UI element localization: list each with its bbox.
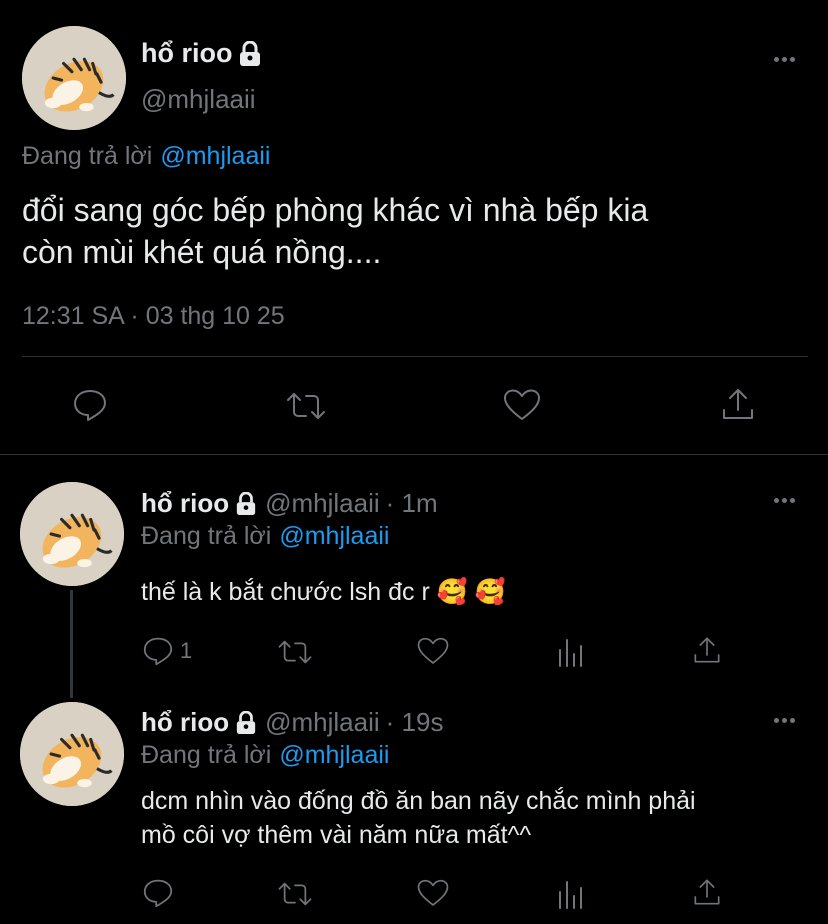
reply-time[interactable]: · 1m xyxy=(386,488,438,519)
tiger-avatar-icon xyxy=(20,702,124,806)
reply-header: hổ rioo @mhjlaaii · 19s xyxy=(141,707,443,738)
display-name[interactable]: hổ rioo xyxy=(141,707,229,738)
handle[interactable]: @mhjlaaii xyxy=(265,707,380,738)
reply-text-line-1: dcm nhìn vào đống đồ ăn ban nãy chắc mìn… xyxy=(141,787,696,815)
avatar[interactable] xyxy=(20,702,124,806)
lock-icon xyxy=(235,710,257,735)
handle[interactable]: @mhjlaaii xyxy=(265,488,380,519)
retweet-button[interactable] xyxy=(276,638,314,666)
views-button[interactable] xyxy=(556,636,586,668)
tweet-text-line-1: đổi sang góc bếp phòng khác vì nhà bếp k… xyxy=(22,192,649,228)
reply-time[interactable]: · 19s xyxy=(386,707,444,738)
share-button[interactable] xyxy=(692,876,722,908)
share-icon xyxy=(694,637,720,663)
reply-text-line-1: thế là k bắt chước lsh đc r 🥰 🥰 xyxy=(141,578,506,606)
tiger-avatar-icon xyxy=(22,26,126,130)
reply-count: 1 xyxy=(180,638,193,663)
replying-prefix: Đang trả lời xyxy=(141,522,272,550)
replying-to: Đang trả lời @mhjlaaii xyxy=(22,142,270,171)
retweet-icon xyxy=(287,393,325,419)
like-button[interactable] xyxy=(416,878,450,908)
reply-button[interactable] xyxy=(142,878,174,908)
replying-to-handle[interactable]: @mhjlaaii xyxy=(279,741,389,770)
more-icon[interactable] xyxy=(774,718,795,723)
replying-to: Đang trả lời @mhjlaaii xyxy=(141,522,389,551)
replying-to-handle[interactable]: @mhjlaaii xyxy=(279,522,389,551)
like-button[interactable] xyxy=(502,388,542,422)
share-button[interactable] xyxy=(720,386,756,422)
more-icon[interactable] xyxy=(774,57,795,62)
tweet-thread-page: hổ rioo @mhjlaaii Đang trả lời @mhjlaaii… xyxy=(0,0,828,924)
lock-icon xyxy=(235,491,257,516)
replying-prefix: Đang trả lời xyxy=(141,741,272,769)
more-icon[interactable] xyxy=(774,498,795,503)
reply-header: hổ rioo @mhjlaaii · 1m xyxy=(141,488,438,519)
replying-prefix: Đang trả lời xyxy=(22,142,153,170)
replying-to: Đang trả lời @mhjlaaii xyxy=(141,741,389,770)
divider xyxy=(0,454,828,455)
views-icon xyxy=(559,881,582,909)
share-button[interactable] xyxy=(692,634,722,666)
reply-button[interactable] xyxy=(72,388,108,422)
author-name-row: hổ rioo xyxy=(141,38,262,69)
tweet-timestamp[interactable]: 12:31 SA · 03 thg 10 25 xyxy=(22,302,285,331)
replying-to-handle[interactable]: @mhjlaaii xyxy=(160,142,270,171)
display-name[interactable]: hổ rioo xyxy=(141,488,229,519)
reply-icon xyxy=(143,637,173,666)
like-icon xyxy=(417,879,449,906)
like-icon xyxy=(504,389,540,420)
tweet-text-line-2: còn mùi khét quá nồng.... xyxy=(22,234,382,270)
reply-icon xyxy=(74,390,106,421)
handle[interactable]: @mhjlaaii xyxy=(141,84,256,115)
views-button[interactable] xyxy=(556,878,586,910)
display-name[interactable]: hổ rioo xyxy=(141,38,232,69)
views-icon xyxy=(559,639,582,667)
avatar[interactable] xyxy=(20,482,124,586)
tiger-avatar-icon xyxy=(20,482,124,586)
like-button[interactable] xyxy=(416,636,450,666)
reply-text-line-2: mồ côi vợ thêm vài năm nữa mất^^ xyxy=(141,821,532,849)
retweet-button[interactable] xyxy=(284,390,328,422)
retweet-button[interactable] xyxy=(276,880,314,908)
reply-icon xyxy=(143,879,173,908)
share-icon xyxy=(723,389,753,419)
thread-connector-line xyxy=(70,590,73,698)
like-icon xyxy=(417,637,449,664)
avatar[interactable] xyxy=(22,26,126,130)
divider xyxy=(22,356,808,357)
share-icon xyxy=(694,879,720,905)
retweet-icon xyxy=(278,882,312,906)
retweet-icon xyxy=(278,640,312,664)
lock-icon xyxy=(238,40,262,67)
reply-button[interactable]: 1 xyxy=(142,636,192,666)
